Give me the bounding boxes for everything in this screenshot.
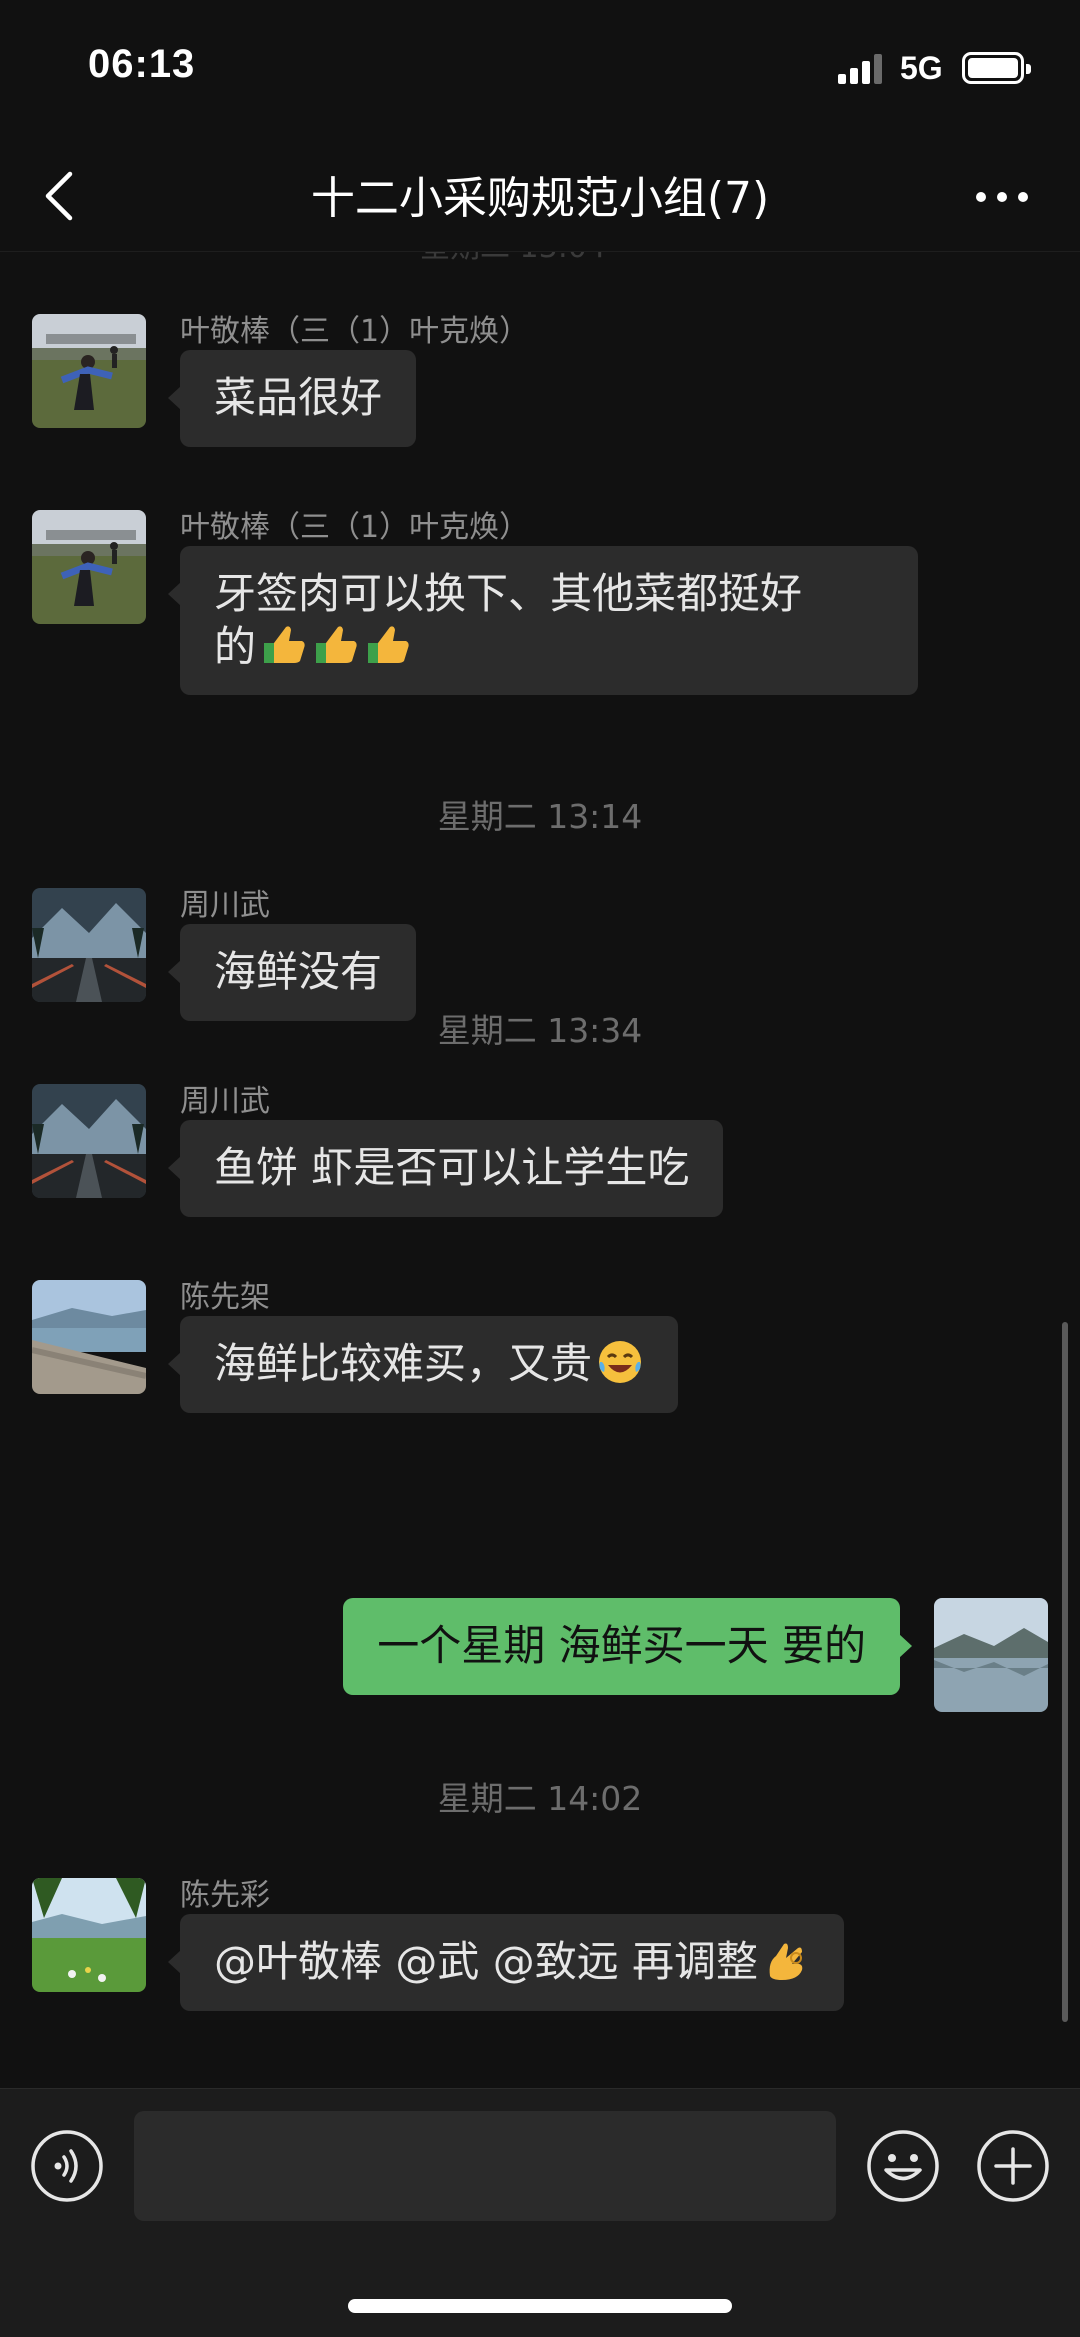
voice-input-icon[interactable] [30, 2129, 104, 2203]
avatar[interactable] [32, 510, 146, 624]
message-text: 海鲜比较难买，又贵 [214, 1339, 593, 1388]
time-separator: 星期二 13:34 [437, 1011, 643, 1050]
chat-header: 十二小采购规范小组(7) [0, 140, 1080, 252]
sender-name: 叶敬棒（三（1）叶克焕） [180, 510, 530, 545]
thumbs-up-icon [264, 625, 305, 663]
message-bubble[interactable]: 海鲜比较难买，又贵 [167, 1316, 679, 1413]
message-text: 海鲜没有 [214, 947, 383, 996]
emoji-icon[interactable] [866, 2129, 940, 2203]
message-text: @叶敬棒 @武 @致远 再调整 [214, 1937, 759, 1986]
thumbs-up-icon [368, 625, 409, 663]
ok-hand-icon [769, 1943, 803, 1980]
message-bubble-outgoing[interactable]: 一个星期 海鲜买一天 要的 [343, 1598, 912, 1695]
status-time: 06:13 [88, 42, 196, 86]
home-indicator[interactable] [348, 2299, 732, 2313]
status-bar: 06:13 5G [0, 0, 1080, 140]
chat-title: 十二小采购规范小组(7) [310, 173, 770, 224]
message-list[interactable]: 星期二 13:04 叶敬棒（三（1）叶克焕） 菜品很好 [0, 252, 1080, 2082]
message-input[interactable] [134, 2111, 836, 2221]
time-separator-partial: 星期二 13:04 [420, 252, 606, 266]
message-text: 牙签肉可以换下、其他菜都挺好 [214, 569, 803, 618]
sender-name: 叶敬棒（三（1）叶克焕） [180, 314, 530, 349]
signal-icon [838, 52, 884, 84]
avatar[interactable] [32, 314, 146, 428]
message-bubble[interactable]: 菜品很好 [167, 350, 417, 447]
sender-name: 陈先彩 [180, 1878, 270, 1913]
sender-name: 陈先架 [180, 1280, 270, 1315]
message-text: 一个星期 海鲜买一天 要的 [377, 1621, 866, 1670]
laughing-tears-icon [599, 1341, 642, 1383]
more-icon[interactable] [972, 186, 1032, 206]
avatar[interactable] [32, 1280, 146, 1394]
sender-name: 周川武 [180, 888, 270, 923]
battery-icon [962, 52, 1031, 84]
message-bubble[interactable]: @叶敬棒 @武 @致远 再调整 [167, 1914, 845, 2011]
plus-icon[interactable] [976, 2129, 1050, 2203]
time-separator: 星期二 14:02 [437, 1779, 643, 1818]
thumbs-up-icon [316, 625, 357, 663]
network-type: 5G [900, 50, 943, 86]
my-avatar[interactable] [934, 1598, 1048, 1712]
message-text: 鱼饼 虾是否可以让学生吃 [214, 1143, 690, 1192]
message-text: 的 [214, 621, 257, 671]
message-text: 菜品很好 [214, 373, 383, 422]
sender-name: 周川武 [180, 1084, 270, 1119]
avatar[interactable] [32, 888, 146, 1002]
message-bubble[interactable]: 牙签肉可以换下、其他菜都挺好 的 [168, 546, 918, 695]
time-separator: 星期二 13:14 [437, 797, 643, 836]
avatar[interactable] [32, 1084, 146, 1198]
back-icon[interactable] [40, 168, 80, 224]
avatar[interactable] [32, 1878, 146, 1992]
scrollbar[interactable] [1062, 1322, 1068, 2022]
message-bubble[interactable]: 鱼饼 虾是否可以让学生吃 [167, 1120, 724, 1217]
